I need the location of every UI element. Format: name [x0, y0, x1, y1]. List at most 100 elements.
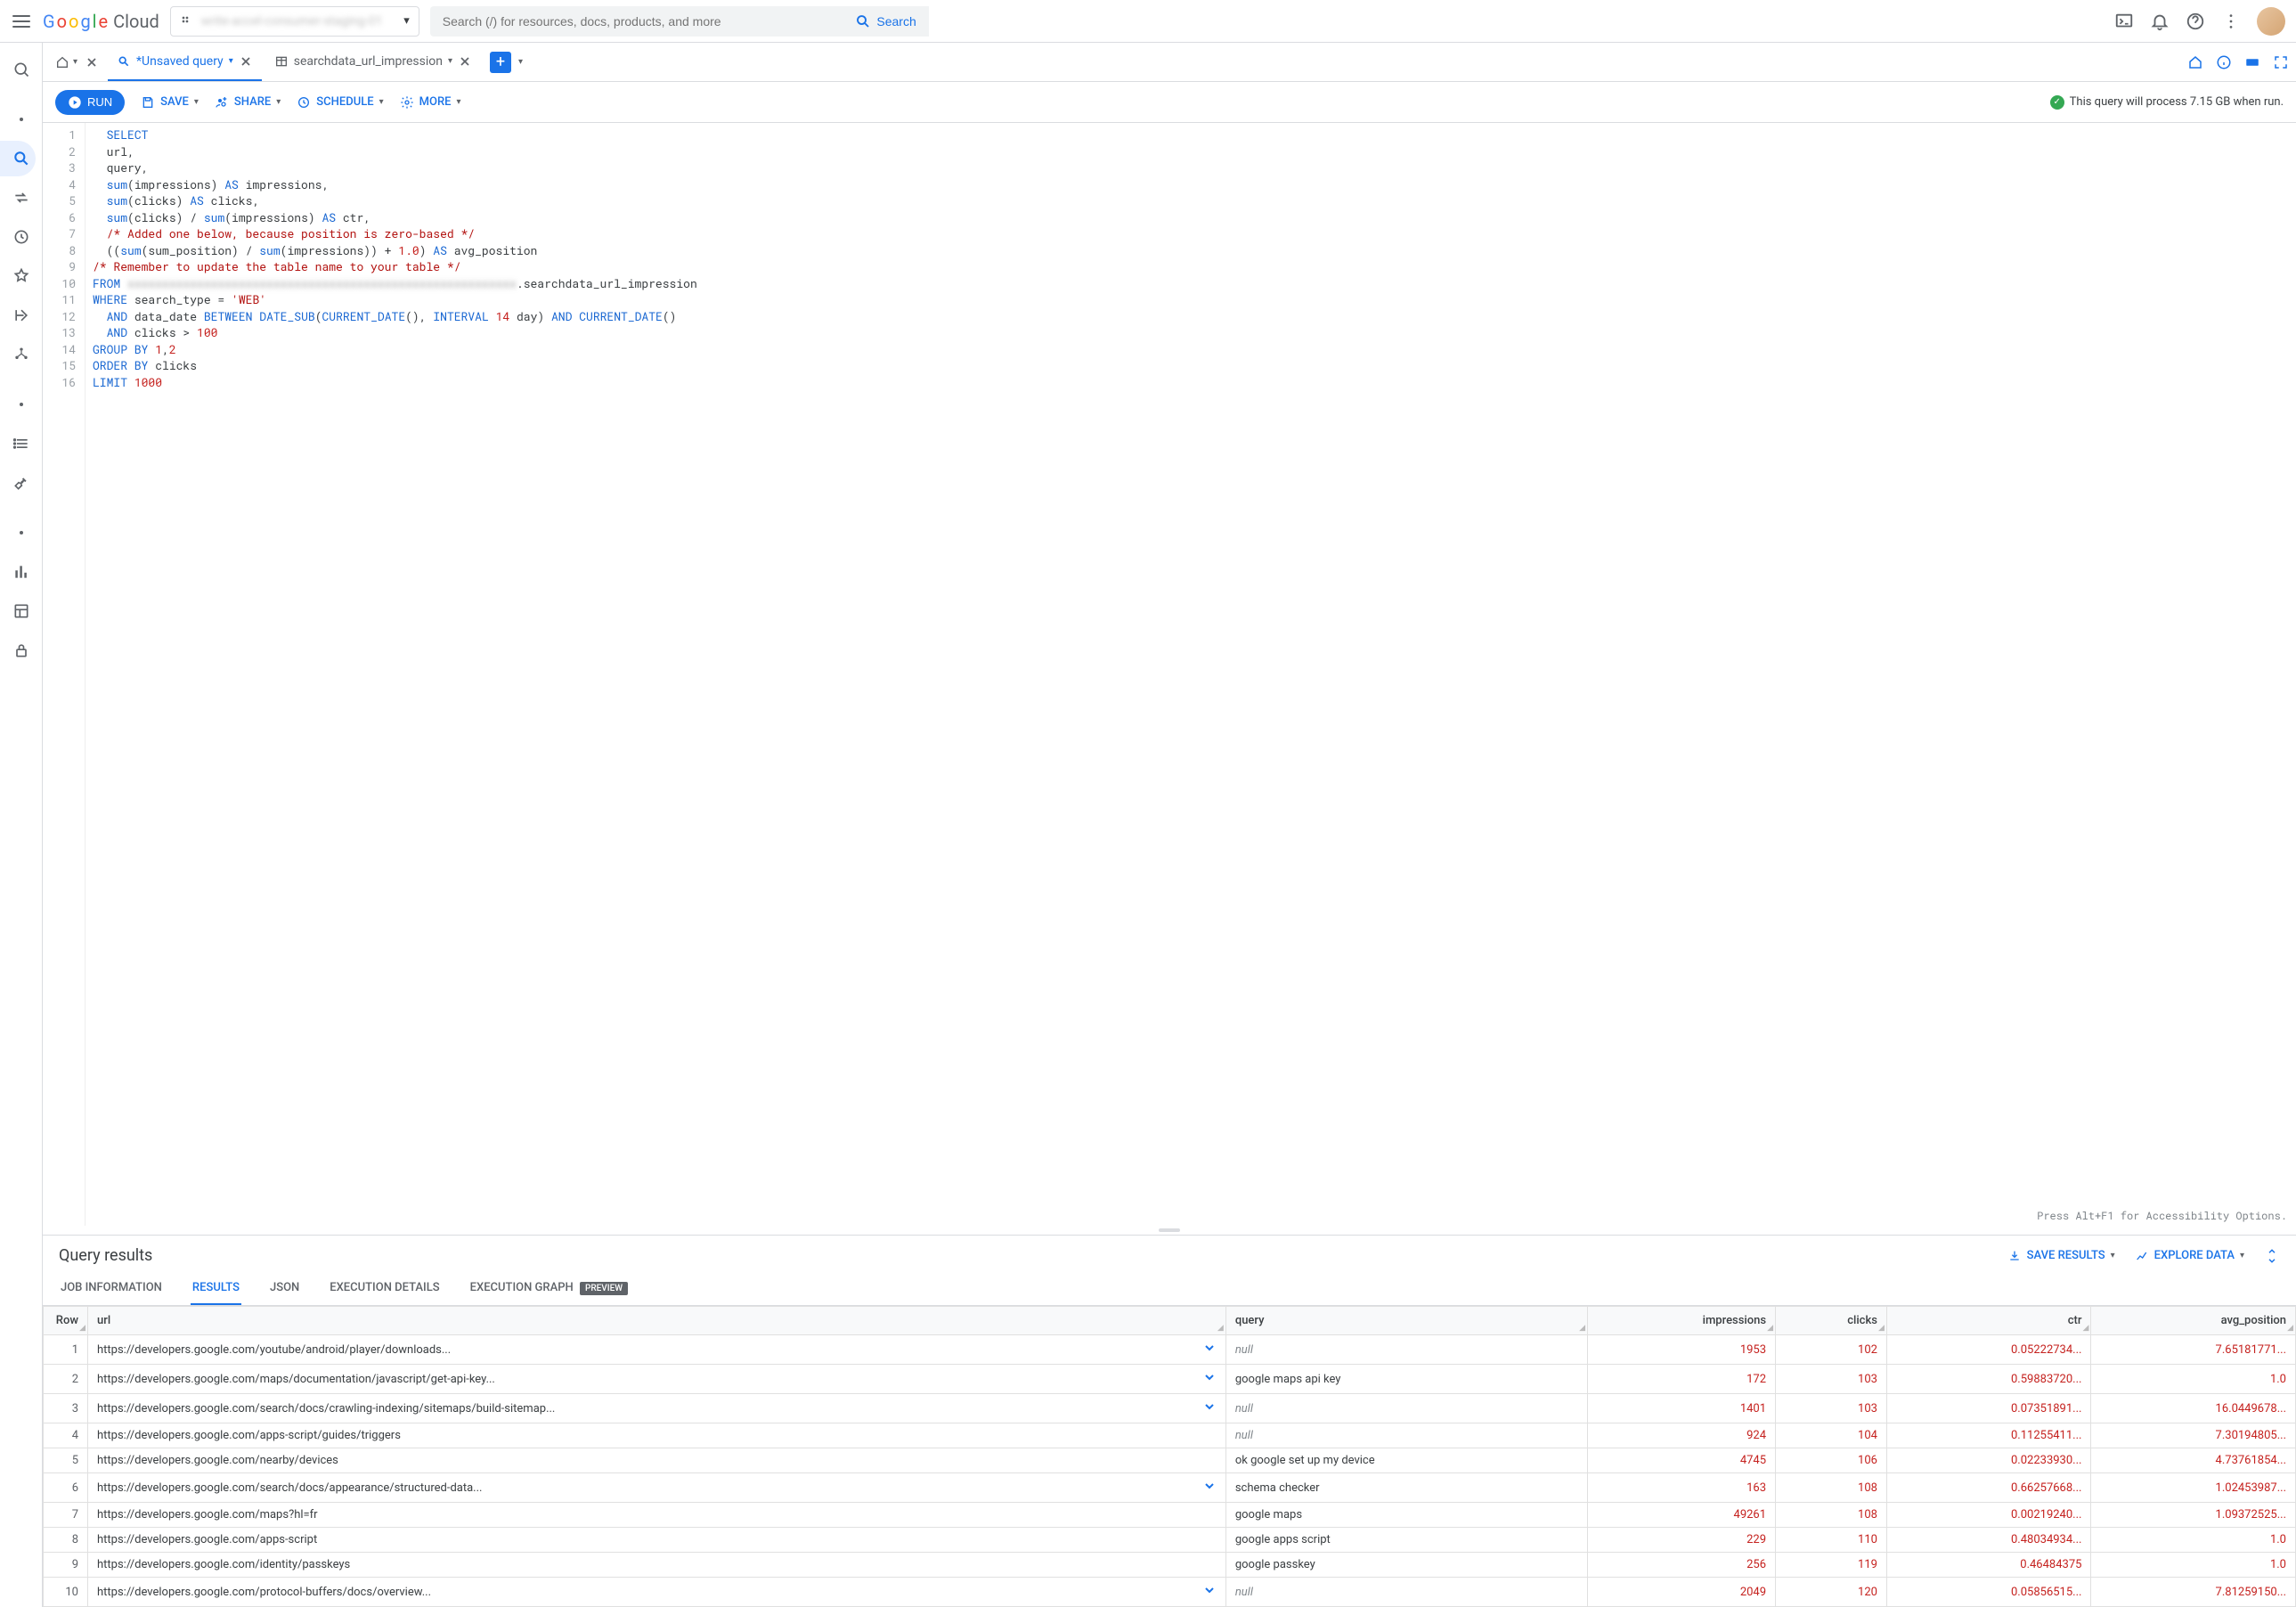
tab-unsaved-query[interactable]: *Unsaved query ▾	[108, 43, 262, 81]
tab-results[interactable]: RESULTS	[191, 1272, 241, 1305]
nav-dot-1[interactable]	[0, 102, 36, 137]
nav-data-transfer[interactable]	[0, 180, 36, 216]
save-results-label: SAVE RESULTS	[2027, 1249, 2105, 1262]
cell-avg-position: 4.73761854...	[2091, 1448, 2296, 1473]
nav-tree-icon[interactable]	[0, 337, 36, 372]
expand-row-icon[interactable]	[1202, 1370, 1217, 1388]
close-icon[interactable]	[239, 54, 253, 69]
cell-impressions: 4745	[1587, 1448, 1775, 1473]
column-header[interactable]: url◢	[88, 1307, 1226, 1335]
nav-scheduled-queries[interactable]	[0, 219, 36, 255]
cell-impressions: 172	[1587, 1365, 1775, 1394]
status-text: This query will process 7.15 GB when run…	[2070, 95, 2284, 109]
home-icon[interactable]	[55, 55, 69, 69]
tab-searchdata-table[interactable]: searchdata_url_impression ▾	[265, 43, 481, 81]
row-number: 7	[44, 1503, 88, 1528]
user-avatar[interactable]	[2257, 7, 2285, 36]
home-outline-icon[interactable]	[2187, 54, 2203, 70]
keyboard-icon[interactable]	[2244, 54, 2260, 70]
nav-sql-workspace[interactable]	[0, 141, 36, 176]
nav-star-icon[interactable]	[0, 258, 36, 294]
share-button[interactable]: SHARE▾	[215, 95, 281, 110]
close-icon[interactable]	[458, 54, 472, 69]
query-status: ✓ This query will process 7.15 GB when r…	[2050, 95, 2284, 110]
save-results-button[interactable]: SAVE RESULTS ▾	[2007, 1249, 2115, 1263]
code-area[interactable]: SELECT url, query, sum(impressions) AS i…	[85, 123, 2296, 1226]
more-button[interactable]: MORE▾	[400, 95, 461, 110]
chevron-down-icon[interactable]: ▾	[73, 57, 77, 67]
project-name: write-accel-consumer-staging-01	[201, 14, 396, 29]
nav-lock-icon[interactable]	[0, 632, 36, 668]
nav-dashboard-icon[interactable]	[0, 554, 36, 590]
cell-ctr: 0.02233930...	[1886, 1448, 2091, 1473]
chevron-down-icon[interactable]: ▾	[448, 56, 452, 66]
cell-avg-position: 1.09372525...	[2091, 1503, 2296, 1528]
nav-list-icon[interactable]	[0, 426, 36, 461]
cell-query: null	[1225, 1335, 1587, 1365]
chevron-down-icon: ▾	[403, 14, 410, 28]
run-button[interactable]: RUN	[55, 90, 125, 115]
help-icon[interactable]	[2186, 12, 2205, 31]
info-icon[interactable]	[2216, 54, 2232, 70]
editor-tabs: ▾ *Unsaved query ▾ searchdata_url_impres…	[43, 43, 2296, 82]
table-row: 5https://developers.google.com/nearby/de…	[44, 1448, 2296, 1473]
results-table-wrap[interactable]: Row◢url◢query◢impressions◢clicks◢ctr◢avg…	[43, 1306, 2296, 1607]
cell-avg-position: 1.0	[2091, 1553, 2296, 1578]
more-vert-icon[interactable]	[2221, 12, 2241, 31]
expand-row-icon[interactable]	[1202, 1399, 1217, 1417]
google-cloud-logo[interactable]: Google Cloud	[43, 11, 159, 32]
nav-dot-3[interactable]	[0, 515, 36, 551]
cell-avg-position: 7.30194805...	[2091, 1423, 2296, 1448]
drag-handle[interactable]	[43, 1226, 2296, 1235]
row-number: 4	[44, 1423, 88, 1448]
fullscreen-icon[interactable]	[2273, 54, 2289, 70]
expand-row-icon[interactable]	[1202, 1479, 1217, 1497]
schedule-label: SCHEDULE	[316, 95, 373, 109]
chevron-down-icon[interactable]: ▾	[229, 56, 233, 66]
new-tab-button[interactable]: +	[490, 52, 511, 73]
nav-wrench-icon[interactable]	[0, 465, 36, 501]
tab-execution-graph[interactable]: EXECUTION GRAPH PREVIEW	[468, 1272, 630, 1305]
nav-dot-2[interactable]	[0, 387, 36, 422]
expand-row-icon[interactable]	[1202, 1341, 1217, 1358]
chevron-down-icon[interactable]: ▾	[518, 57, 523, 67]
column-header[interactable]: query◢	[1225, 1307, 1587, 1335]
results-panel: Query results SAVE RESULTS ▾ EXPLORE DAT…	[43, 1235, 2296, 1607]
cloud-shell-icon[interactable]	[2114, 12, 2134, 31]
cell-query: google maps	[1225, 1503, 1587, 1528]
row-number: 10	[44, 1578, 88, 1607]
expand-collapse-icon[interactable]	[2264, 1248, 2280, 1264]
column-header[interactable]: avg_position◢	[2091, 1307, 2296, 1335]
search-input[interactable]	[430, 14, 843, 29]
explore-data-button[interactable]: EXPLORE DATA ▾	[2135, 1249, 2244, 1263]
row-number: 2	[44, 1365, 88, 1394]
cell-impressions: 163	[1587, 1473, 1775, 1503]
nav-bigquery-icon[interactable]	[0, 52, 36, 87]
search-button[interactable]: Search	[843, 6, 928, 37]
schedule-button[interactable]: SCHEDULE▾	[297, 95, 383, 110]
save-label: SAVE	[160, 95, 189, 109]
cell-query: ok google set up my device	[1225, 1448, 1587, 1473]
project-selector[interactable]: write-accel-consumer-staging-01 ▾	[170, 6, 419, 37]
menu-button[interactable]	[11, 11, 32, 32]
expand-row-icon[interactable]	[1202, 1583, 1217, 1601]
cell-clicks: 103	[1776, 1394, 1887, 1423]
table-icon	[274, 54, 289, 69]
editor-footer-hint: Press Alt+F1 for Accessibility Options.	[2037, 1208, 2287, 1225]
sql-editor[interactable]: 12345678910111213141516 SELECT url, quer…	[43, 123, 2296, 1226]
column-header[interactable]: Row◢	[44, 1307, 88, 1335]
column-header[interactable]: clicks◢	[1776, 1307, 1887, 1335]
nav-bi-engine-icon[interactable]	[0, 593, 36, 629]
notifications-icon[interactable]	[2150, 12, 2170, 31]
close-icon[interactable]	[85, 55, 99, 69]
tab-execution-details[interactable]: EXECUTION DETAILS	[328, 1272, 441, 1305]
search-icon	[855, 13, 871, 29]
tab-json[interactable]: JSON	[268, 1272, 301, 1305]
column-header[interactable]: ctr◢	[1886, 1307, 2091, 1335]
tab-job-information[interactable]: JOB INFORMATION	[59, 1272, 164, 1305]
column-header[interactable]: impressions◢	[1587, 1307, 1775, 1335]
cell-query: google passkey	[1225, 1553, 1587, 1578]
cell-ctr: 0.05856515...	[1886, 1578, 2091, 1607]
save-button[interactable]: SAVE▾	[141, 95, 199, 110]
nav-migration-icon[interactable]	[0, 298, 36, 333]
